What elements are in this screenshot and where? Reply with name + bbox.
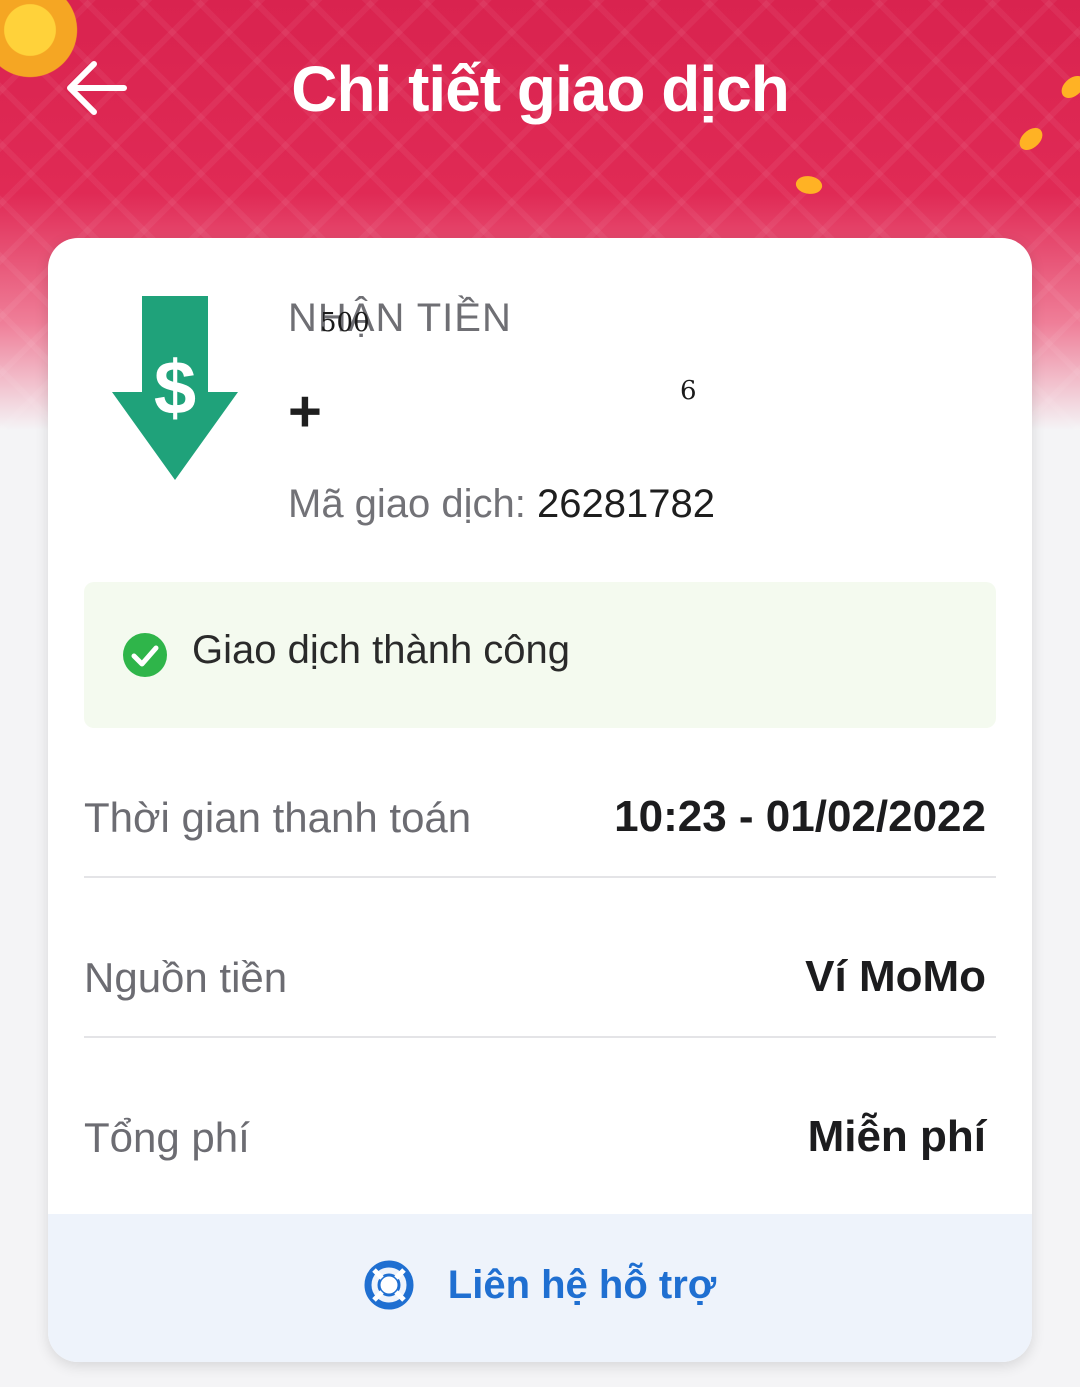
transaction-id-value: 26281782: [537, 482, 716, 526]
detail-row-funding-source: Nguồn tiền Ví MoMo: [84, 916, 996, 1038]
svg-text:$: $: [154, 346, 196, 431]
contact-support-label: Liên hệ hỗ trợ: [447, 1262, 717, 1307]
petal-decoration: [1015, 124, 1047, 154]
overlay-amount-text: 500: [320, 308, 370, 338]
detail-row-total-fee: Tổng phí Miễn phí: [84, 1076, 996, 1196]
detail-value: 10:23 - 01/02/2022: [614, 792, 986, 841]
transaction-card: $ NHẬN TIỀN 500 + 6 Mã giao dịch: 262817…: [48, 238, 1032, 1362]
page-title: Chi tiết giao dịch: [291, 53, 790, 125]
detail-row-payment-time: Thời gian thanh toán 10:23 - 01/02/2022: [84, 756, 996, 878]
check-circle-icon: [123, 633, 167, 677]
contact-support-button[interactable]: Liên hệ hỗ trợ: [48, 1214, 1032, 1362]
detail-label: Thời gian thanh toán: [84, 794, 472, 841]
petal-decoration: [793, 172, 825, 198]
status-text: Giao dịch thành công: [192, 628, 571, 672]
transaction-id-row: Mã giao dịch: 26281782: [288, 482, 715, 527]
lifebuoy-icon: [364, 1260, 414, 1310]
detail-value: Miễn phí: [807, 1112, 986, 1161]
amount-sign: +: [288, 379, 322, 444]
detail-label: Nguồn tiền: [84, 954, 288, 1001]
receive-money-icon: $: [112, 296, 238, 480]
detail-label: Tổng phí: [84, 1114, 250, 1161]
transaction-id-label: Mã giao dịch:: [288, 482, 526, 526]
overlay-amount-suffix: 6: [680, 376, 697, 406]
status-banner: Giao dịch thành công: [84, 582, 996, 728]
detail-value: Ví MoMo: [805, 952, 986, 1001]
